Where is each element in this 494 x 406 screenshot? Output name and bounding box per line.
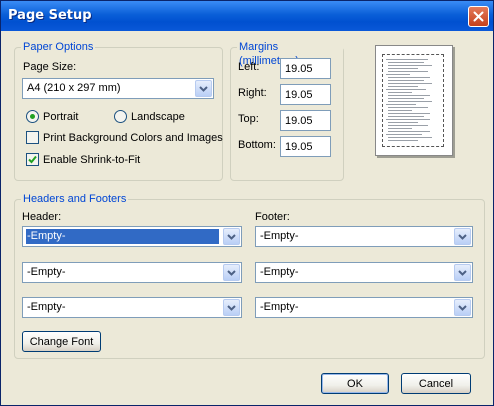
margin-right-value: 19.05 <box>285 89 313 101</box>
portrait-label[interactable]: Portrait <box>43 110 78 124</box>
checkmark-icon <box>28 155 37 164</box>
shrink-to-fit-checkbox[interactable] <box>26 153 39 166</box>
preview-text-line <box>388 113 430 114</box>
footer-select-3-dropdown-button[interactable] <box>454 299 471 316</box>
margin-left-value: 19.05 <box>285 63 313 75</box>
preview-text-line <box>388 110 412 111</box>
print-background-checkbox[interactable] <box>26 131 39 144</box>
page-size-label: Page Size: <box>23 61 77 73</box>
margin-top-value: 19.05 <box>285 115 313 127</box>
dialog-body: Paper Options Page Size: A4 (210 x 297 m… <box>1 31 493 405</box>
preview-text-line <box>388 125 428 126</box>
preview-text-line <box>386 74 410 75</box>
preview-text-line <box>388 107 428 108</box>
footer-select-3[interactable]: -Empty- <box>255 297 473 318</box>
preview-text-line <box>388 86 418 87</box>
footer-label: Footer: <box>255 211 290 223</box>
header-label: Header: <box>22 211 62 223</box>
preview-text-line <box>388 101 432 102</box>
chevron-down-icon <box>227 269 236 276</box>
footer-select-2[interactable]: -Empty- <box>255 262 473 283</box>
header-select-3-value: -Empty- <box>27 301 66 313</box>
chevron-down-icon <box>227 304 236 311</box>
header-select-2[interactable]: -Empty- <box>22 262 242 283</box>
preview-text-line <box>388 131 430 132</box>
margin-left-input[interactable]: 19.05 <box>280 58 331 79</box>
margin-bottom-input[interactable]: 19.05 <box>280 136 331 157</box>
footer-select-2-value: -Empty- <box>260 266 299 278</box>
preview-text-line <box>388 128 412 129</box>
preview-text-line <box>388 98 424 99</box>
footer-select-1-value: -Empty- <box>260 230 299 242</box>
preview-text-line <box>388 71 428 72</box>
margin-right-input[interactable]: 19.05 <box>280 84 331 105</box>
margin-top-input[interactable]: 19.05 <box>280 110 331 131</box>
preview-text-line <box>388 83 432 84</box>
preview-text-line <box>388 65 432 66</box>
margin-right-label: Right: <box>238 87 267 99</box>
dialog-title: Page Setup <box>8 8 92 23</box>
preview-text-line <box>386 134 422 135</box>
footer-select-1-dropdown-button[interactable] <box>454 228 471 245</box>
preview-text-line <box>388 92 412 93</box>
preview-text-line <box>386 119 430 120</box>
margin-bottom-value: 19.05 <box>285 141 313 153</box>
preview-margin-box <box>382 54 444 147</box>
page-setup-dialog: Page Setup Paper Options Page Size: A4 (… <box>0 0 494 406</box>
portrait-radio-dot <box>30 114 35 119</box>
preview-text-line <box>388 140 418 141</box>
chevron-down-icon <box>199 85 208 92</box>
page-size-dropdown-button[interactable] <box>195 80 212 97</box>
header-select-2-value: -Empty- <box>27 266 66 278</box>
close-icon <box>473 11 484 22</box>
change-font-button-label: Change Font <box>29 335 94 348</box>
footer-select-1[interactable]: -Empty- <box>255 226 473 247</box>
header-select-3-dropdown-button[interactable] <box>223 299 240 316</box>
preview-text-line <box>388 122 418 123</box>
preview-text-line <box>388 137 432 138</box>
chevron-down-icon <box>227 233 236 240</box>
chevron-down-icon <box>458 269 467 276</box>
ok-button-label: OK <box>347 377 363 390</box>
header-select-1-value: -Empty- <box>26 229 219 244</box>
preview-text-line <box>386 104 416 105</box>
header-select-3[interactable]: -Empty- <box>22 297 242 318</box>
footer-select-2-dropdown-button[interactable] <box>454 264 471 281</box>
preview-text-line <box>388 116 424 117</box>
header-select-2-dropdown-button[interactable] <box>223 264 240 281</box>
header-select-1-dropdown-button[interactable] <box>223 228 240 245</box>
landscape-radio[interactable] <box>114 110 127 123</box>
landscape-label[interactable]: Landscape <box>131 110 185 124</box>
page-size-select[interactable]: A4 (210 x 297 mm) <box>22 78 214 99</box>
preview-text-line <box>386 59 428 60</box>
print-background-label[interactable]: Print Background Colors and Images <box>43 131 223 145</box>
close-button[interactable] <box>468 6 489 27</box>
preview-text-line <box>388 68 418 69</box>
ok-button[interactable]: OK <box>321 373 389 394</box>
preview-text-line <box>388 62 424 63</box>
preview-text-line <box>388 80 424 81</box>
chevron-down-icon <box>458 304 467 311</box>
chevron-down-icon <box>458 233 467 240</box>
margin-top-label: Top: <box>238 113 259 125</box>
page-preview <box>375 45 453 156</box>
footer-select-3-value: -Empty- <box>260 301 299 313</box>
portrait-radio[interactable] <box>26 110 39 123</box>
page-size-value: A4 (210 x 297 mm) <box>27 82 121 94</box>
margin-bottom-label: Bottom: <box>238 139 276 151</box>
margin-left-label: Left: <box>238 61 260 73</box>
title-bar[interactable]: Page Setup <box>1 1 493 31</box>
header-select-1[interactable]: -Empty- <box>22 226 242 247</box>
change-font-button[interactable]: Change Font <box>22 331 101 352</box>
preview-text-line <box>388 95 430 96</box>
headers-footers-legend: Headers and Footers <box>21 192 129 206</box>
preview-text-line <box>388 77 430 78</box>
preview-text-line <box>386 89 426 90</box>
cancel-button-label: Cancel <box>418 377 454 390</box>
cancel-button[interactable]: Cancel <box>401 373 471 394</box>
paper-options-legend: Paper Options <box>21 40 96 54</box>
shrink-to-fit-label[interactable]: Enable Shrink-to-Fit <box>43 153 140 167</box>
